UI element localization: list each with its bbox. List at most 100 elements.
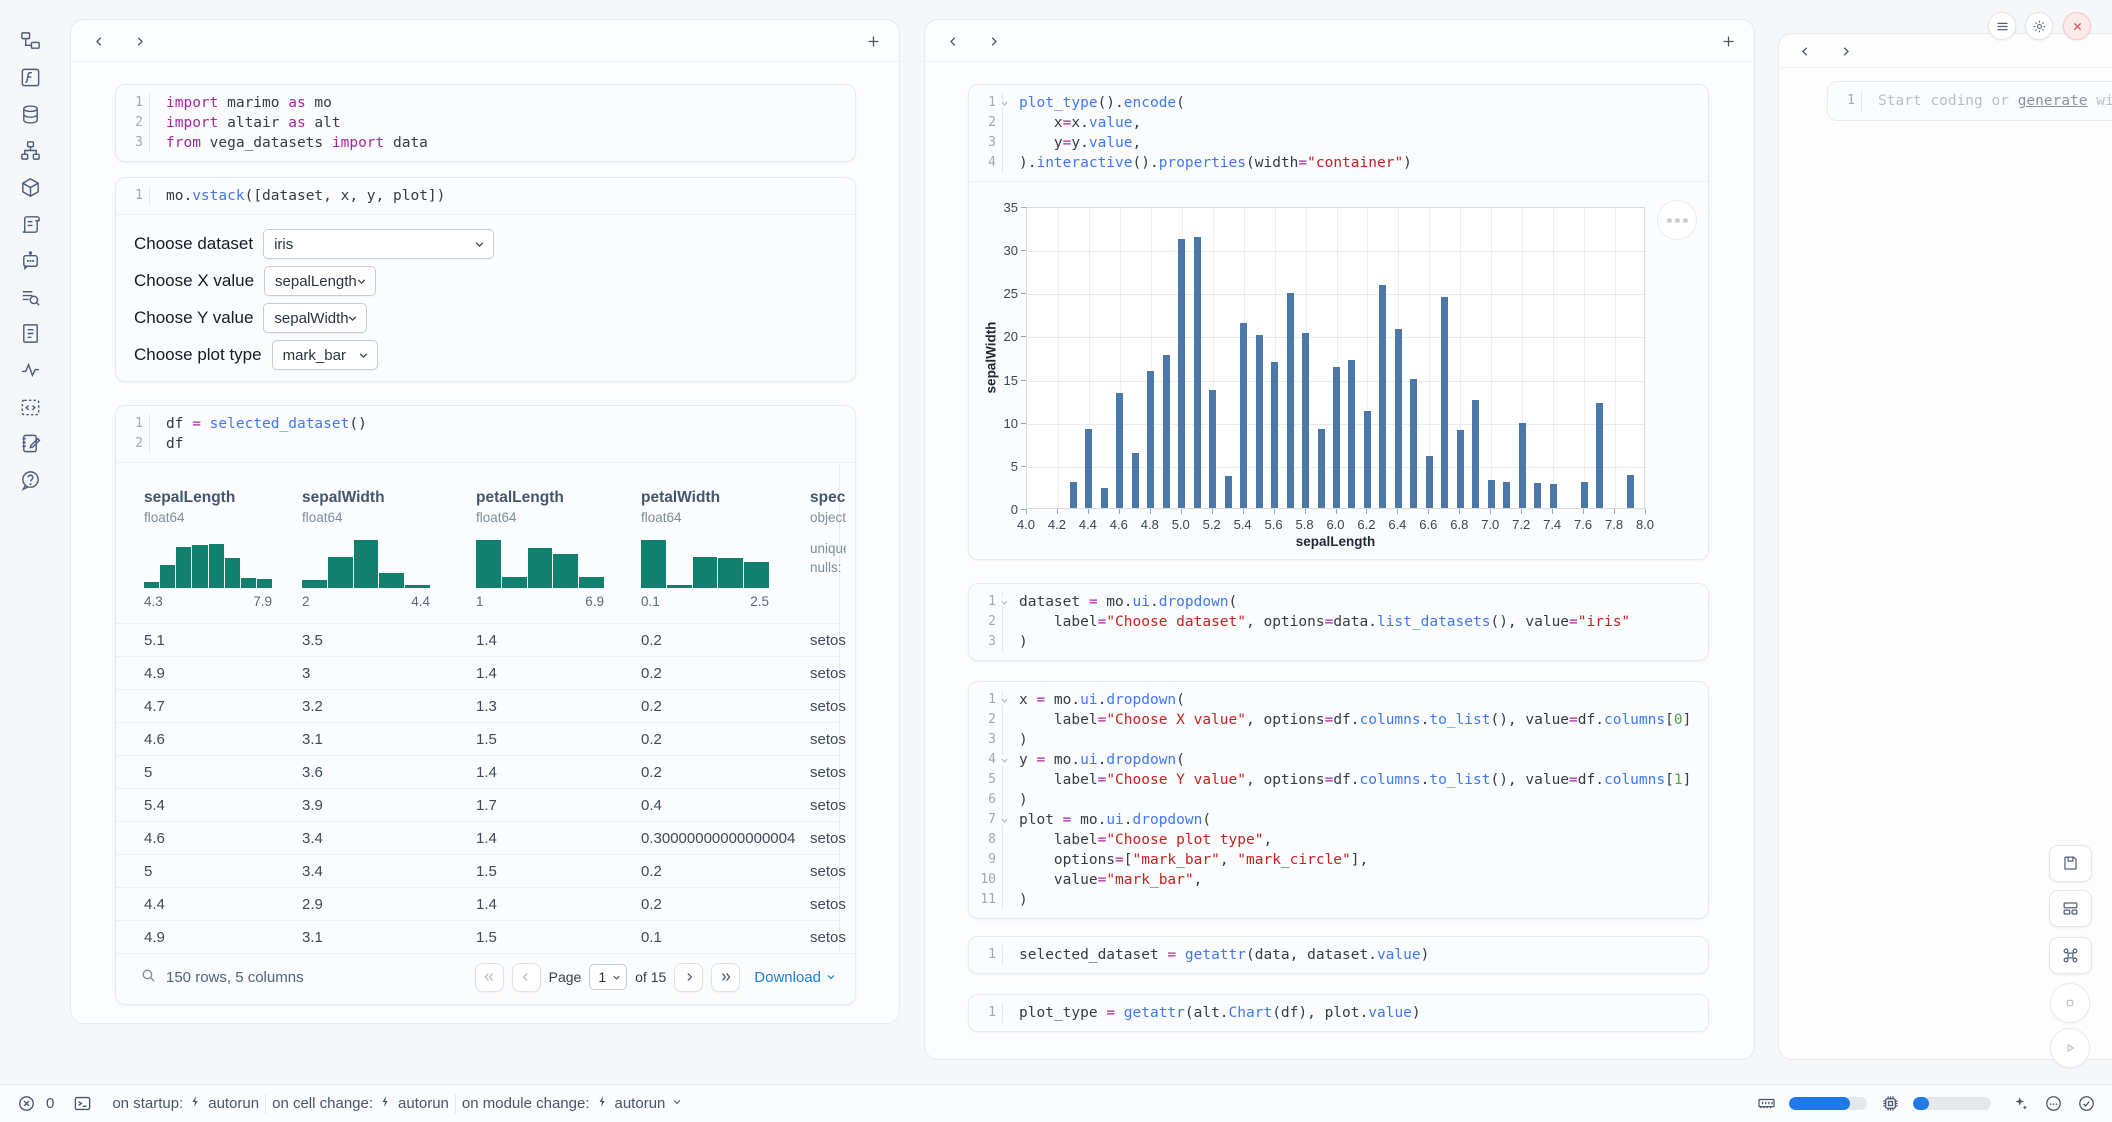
chart-bar[interactable] xyxy=(1519,423,1526,508)
chart-bar[interactable] xyxy=(1472,400,1479,508)
chart-bar[interactable] xyxy=(1209,390,1216,508)
run-icon[interactable] xyxy=(2050,1028,2090,1068)
chart-bar[interactable] xyxy=(1101,488,1108,508)
chart-bar[interactable] xyxy=(1364,411,1371,509)
chart-bar[interactable] xyxy=(1163,355,1170,508)
variables-icon[interactable] xyxy=(17,65,43,91)
chart-bar[interactable] xyxy=(1116,393,1123,508)
code-editor[interactable]: 1mo.vstack([dataset, x, y, plot]) xyxy=(116,178,855,214)
ai-assistant-icon[interactable] xyxy=(2043,1094,2063,1114)
bar-chart[interactable] xyxy=(1026,207,1645,509)
help-icon[interactable] xyxy=(17,467,43,493)
chevron-left-icon[interactable] xyxy=(941,29,965,53)
column-histogram[interactable] xyxy=(641,538,769,588)
table-row[interactable]: 4.42.91.40.2setosa xyxy=(116,887,839,920)
chevron-right-icon[interactable] xyxy=(1833,39,1857,63)
code-editor[interactable]: 1df = selected_dataset()2df xyxy=(116,406,855,462)
dropdown-select[interactable]: sepalLength xyxy=(264,266,376,296)
chart-bar[interactable] xyxy=(1503,482,1510,508)
documentation-icon[interactable] xyxy=(17,321,43,347)
add-cell-icon[interactable] xyxy=(861,29,885,53)
table-row[interactable]: 4.931.40.2setosa xyxy=(116,656,839,689)
chart-bar[interactable] xyxy=(1147,371,1154,508)
terminal-icon[interactable] xyxy=(72,1094,92,1114)
dropdown-select[interactable]: iris xyxy=(263,229,494,259)
chart-bar[interactable] xyxy=(1194,237,1201,508)
chart-bar[interactable] xyxy=(1534,483,1541,508)
chart-bar[interactable] xyxy=(1256,335,1263,508)
chart-bar[interactable] xyxy=(1240,323,1247,508)
stop-icon[interactable] xyxy=(2050,983,2090,1023)
chevron-left-icon[interactable] xyxy=(87,29,111,53)
runtime-setting[interactable]: on cell change:autorun xyxy=(272,1095,449,1112)
chart-bar[interactable] xyxy=(1627,475,1634,508)
fold-chevron-icon[interactable] xyxy=(1000,99,1009,108)
code-editor[interactable]: 1plot_type().encode(2 x=x.value,3 y=y.va… xyxy=(969,85,1708,181)
keyboard-shortcuts-icon[interactable] xyxy=(2049,937,2092,974)
code-editor[interactable]: 1import marimo as mo2import altair as al… xyxy=(116,85,855,161)
scratchpad-icon[interactable] xyxy=(17,431,43,457)
chart-bar[interactable] xyxy=(1132,453,1139,508)
fold-chevron-icon[interactable] xyxy=(1000,756,1009,765)
datasources-icon[interactable] xyxy=(17,101,43,127)
prev-page-button[interactable] xyxy=(512,963,541,992)
fold-chevron-icon[interactable] xyxy=(1000,696,1009,705)
dependency-graph-icon[interactable] xyxy=(17,138,43,164)
last-page-button[interactable] xyxy=(711,963,740,992)
chart-bar[interactable] xyxy=(1318,429,1325,508)
outline-icon[interactable] xyxy=(17,284,43,310)
tracing-icon[interactable] xyxy=(17,357,43,383)
gear-icon[interactable] xyxy=(2025,12,2053,40)
chart-bar[interactable] xyxy=(1333,367,1340,509)
ai-sparkles-icon[interactable] xyxy=(2010,1094,2030,1114)
first-page-button[interactable] xyxy=(475,963,504,992)
table-row[interactable]: 4.63.41.40.30000000000000004setosa xyxy=(116,821,839,854)
chart-bar[interactable] xyxy=(1550,484,1557,508)
chart-bar[interactable] xyxy=(1348,360,1355,508)
chart-bar[interactable] xyxy=(1178,239,1185,508)
search-icon[interactable] xyxy=(140,967,157,988)
code-editor[interactable]: 1x = mo.ui.dropdown(2 label="Choose X va… xyxy=(969,682,1708,918)
download-button[interactable]: Download xyxy=(754,969,837,986)
chart-bar[interactable] xyxy=(1085,429,1092,508)
chart-bar[interactable] xyxy=(1225,476,1232,508)
add-cell-icon[interactable] xyxy=(1716,29,1740,53)
table-row[interactable]: 4.63.11.50.2setosa xyxy=(116,722,839,755)
column-header[interactable]: petalWidthfloat640.12.5 xyxy=(641,489,810,609)
packages-icon[interactable] xyxy=(17,174,43,200)
chevron-right-icon[interactable] xyxy=(127,29,151,53)
chart-bar[interactable] xyxy=(1596,403,1603,508)
close-icon[interactable] xyxy=(2063,12,2091,40)
table-row[interactable]: 53.61.40.2setosa xyxy=(116,755,839,788)
table-row[interactable]: 5.43.91.70.4setosa xyxy=(116,788,839,821)
column-header[interactable]: sepalLengthfloat644.37.9 xyxy=(144,489,302,609)
page-select[interactable]: 1 xyxy=(589,964,627,990)
layout-icon[interactable] xyxy=(2049,890,2092,927)
empty-cell-editor[interactable]: 1 Start coding or generate with xyxy=(1827,81,2112,121)
code-editor[interactable]: 1dataset = mo.ui.dropdown(2 label="Choos… xyxy=(969,584,1708,660)
chart-bar[interactable] xyxy=(1410,379,1417,508)
chart-bar[interactable] xyxy=(1457,430,1464,508)
chevron-left-icon[interactable] xyxy=(1793,39,1817,63)
chart-bar[interactable] xyxy=(1426,456,1433,508)
chart-bar[interactable] xyxy=(1302,333,1309,508)
code-editor[interactable]: 1selected_dataset = getattr(data, datase… xyxy=(969,937,1708,973)
table-row[interactable]: 5.13.51.40.2setosa xyxy=(116,623,839,656)
menu-icon[interactable] xyxy=(1988,12,2016,40)
chart-bar[interactable] xyxy=(1379,285,1386,508)
fold-chevron-icon[interactable] xyxy=(1000,816,1009,825)
table-row[interactable]: 4.73.21.30.2setosa xyxy=(116,689,839,722)
column-histogram[interactable] xyxy=(476,538,604,588)
chart-bar[interactable] xyxy=(1287,293,1294,508)
table-row[interactable]: 4.93.11.50.1setosa xyxy=(116,920,839,953)
chart-bar[interactable] xyxy=(1070,482,1077,508)
file-explorer-icon[interactable] xyxy=(17,28,43,54)
errors-icon[interactable] xyxy=(16,1094,36,1114)
runtime-setting[interactable]: on module change:autorun xyxy=(462,1095,683,1112)
runtime-setting[interactable]: on startup:autorun xyxy=(112,1095,259,1112)
ai-chat-icon[interactable] xyxy=(17,248,43,274)
chart-bar[interactable] xyxy=(1488,480,1495,508)
dropdown-select[interactable]: mark_bar xyxy=(272,340,378,370)
chart-bar[interactable] xyxy=(1441,297,1448,508)
logs-icon[interactable] xyxy=(17,211,43,237)
